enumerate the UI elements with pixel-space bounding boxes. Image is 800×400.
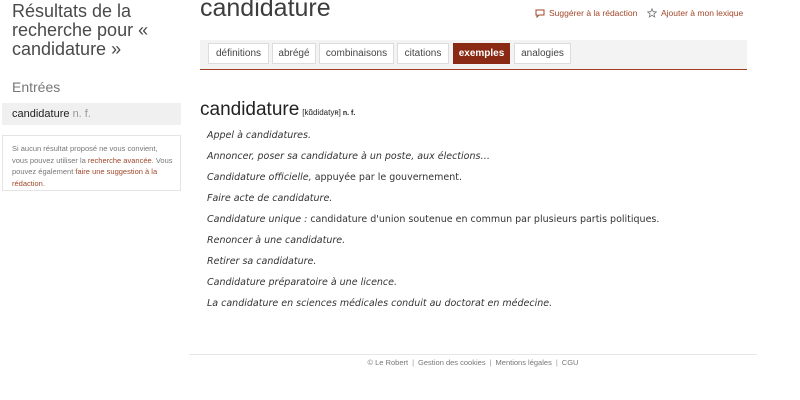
footer-separator: | xyxy=(555,358,558,367)
suggest-button[interactable]: Suggérer à la rédaction xyxy=(535,8,637,18)
examples-list: Appel à candidatures. Annoncer, poser sa… xyxy=(200,125,747,314)
example-item: Retirer sa candidature. xyxy=(207,256,317,267)
entry-heading: candidature [kɑ̃didatyʀ] n. f. xyxy=(200,99,355,121)
footer-copyright: © Le Robert xyxy=(367,358,409,367)
tab-citations[interactable]: citations xyxy=(397,43,449,64)
example-item: Faire acte de candidature. xyxy=(207,193,333,204)
footer-link-legal[interactable]: Mentions légales xyxy=(496,358,552,367)
footer-separator: | xyxy=(489,358,492,367)
entry-word: candidature xyxy=(200,99,300,120)
lexicon-label: Ajouter à mon lexique xyxy=(661,8,744,18)
example-item: La candidature en sciences médicales con… xyxy=(207,298,553,309)
tab-combinaisons[interactable]: combinaisons xyxy=(319,43,394,64)
example-item: Annoncer, poser sa candidature à un post… xyxy=(207,151,490,162)
footer-divider xyxy=(189,354,757,355)
star-icon xyxy=(647,8,657,18)
footer-separator: | xyxy=(412,358,415,367)
results-title: Résultats de la recherche pour « candida… xyxy=(12,1,149,59)
example-item: Candidature unique : candidature d'union… xyxy=(207,214,660,225)
tab-abrege[interactable]: abrégé xyxy=(272,43,316,64)
example-item: Candidature officielle, appuyée par le g… xyxy=(207,172,463,183)
entries-label: Entrées xyxy=(12,79,61,95)
tab-definitions[interactable]: définitions xyxy=(208,43,269,64)
entry-pos: n. f. xyxy=(342,110,356,117)
entry-item-word: candidature xyxy=(12,108,70,120)
help-text-3: . xyxy=(42,178,45,188)
add-to-lexicon-button[interactable]: Ajouter à mon lexique xyxy=(647,8,743,18)
example-item: Appel à candidatures. xyxy=(207,130,311,141)
advanced-search-link[interactable]: recherche avancée xyxy=(88,156,152,165)
footer-link-cgu[interactable]: CGU xyxy=(562,358,579,367)
tab-analogies[interactable]: analogies xyxy=(514,43,571,64)
example-item: Renoncer à une candidature. xyxy=(207,235,346,246)
comment-icon xyxy=(535,9,545,18)
page-headword: candidature xyxy=(200,0,331,22)
tab-bar: définitions abrégé combinaisons citation… xyxy=(200,40,747,70)
entry-phonetic: [kɑ̃didatyʀ] xyxy=(302,108,341,117)
entry-item-pos: n. f. xyxy=(72,108,91,120)
entry-list-item[interactable]: candidature n. f. xyxy=(2,103,181,125)
suggest-label: Suggérer à la rédaction xyxy=(549,8,638,18)
example-item: Candidature préparatoire à une licence. xyxy=(207,277,398,288)
tab-exemples[interactable]: exemples xyxy=(453,43,510,64)
footer: © Le Robert | Gestion des cookies | Mentions… xyxy=(189,358,757,367)
help-box: Si aucun résultat proposé ne vous convie… xyxy=(2,135,181,191)
footer-link-cookies[interactable]: Gestion des cookies xyxy=(418,358,486,367)
